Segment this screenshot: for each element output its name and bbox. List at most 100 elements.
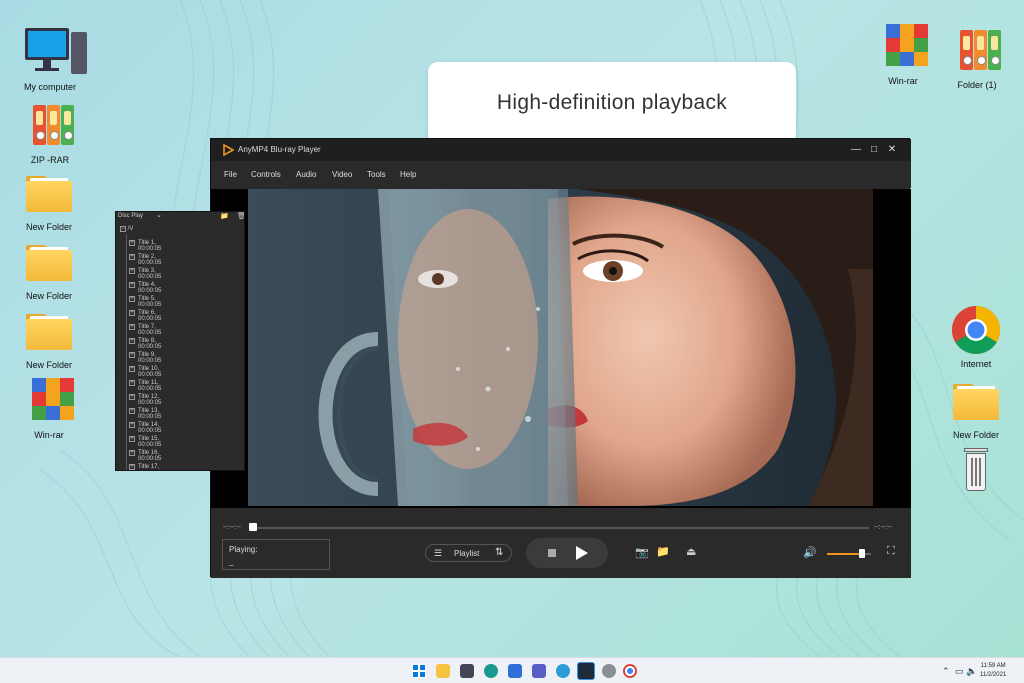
expand-icon[interactable]: +	[129, 380, 135, 386]
expand-icon[interactable]: +	[129, 240, 135, 246]
folder-icon	[22, 166, 76, 220]
settings-icon[interactable]	[602, 664, 616, 678]
desktop-icon-folder-1[interactable]: Folder (1)	[942, 24, 1012, 91]
expand-icon[interactable]: +	[129, 324, 135, 330]
title-list-item-label: Title 9, 00:00:05	[138, 352, 162, 364]
minimize-button[interactable]: —	[848, 142, 864, 158]
expand-icon[interactable]: +	[129, 338, 135, 344]
tree-root-label: /V	[127, 226, 134, 232]
chrome-icon[interactable]	[623, 664, 637, 678]
video-area[interactable]	[211, 189, 911, 508]
file-explorer-icon[interactable]	[436, 664, 450, 678]
menu-help[interactable]: Help	[400, 170, 416, 179]
desktop-icon-new-folder-2[interactable]: New Folder	[14, 235, 84, 302]
menu-video[interactable]: Video	[332, 170, 352, 179]
computer-icon	[23, 26, 87, 80]
desktop-icon-zip-rar[interactable]: ZIP -RAR	[15, 99, 85, 166]
expand-icon[interactable]: +	[129, 464, 135, 470]
speaker-icon[interactable]: 🔈	[966, 666, 977, 677]
expand-icon[interactable]: +	[129, 450, 135, 456]
camera-icon[interactable]	[460, 664, 474, 678]
store-icon[interactable]	[508, 664, 522, 678]
maximize-button[interactable]: □	[866, 142, 882, 158]
title-list-item-label: Title 13, 00:00:05	[138, 408, 162, 420]
seek-thumb[interactable]	[249, 523, 257, 531]
desktop-icon-new-folder-3[interactable]: New Folder	[14, 304, 84, 371]
open-folder-icon[interactable]: 📁	[656, 545, 670, 558]
desktop-icon-win-rar-left[interactable]: Win-rar	[14, 374, 84, 441]
volume-thumb[interactable]	[859, 549, 865, 558]
edge-icon[interactable]	[484, 664, 498, 678]
expand-icon[interactable]: +	[129, 366, 135, 372]
menu-controls[interactable]: Controls	[251, 170, 281, 179]
expand-icon[interactable]: +	[129, 422, 135, 428]
my-computer-label: My computer	[23, 82, 76, 92]
video-frame	[248, 189, 873, 506]
expand-icon[interactable]: +	[129, 310, 135, 316]
title-bar[interactable]: AnyMP4 Blu-ray Player — □ ✕	[211, 139, 911, 161]
desktop-icon-win-rar-right[interactable]: Win-rar	[868, 20, 938, 87]
expand-icon[interactable]: +	[129, 254, 135, 260]
seek-bar[interactable]	[253, 527, 869, 529]
title-list-item-label: Title 15, 00:00:05	[138, 436, 162, 448]
close-button[interactable]: ✕	[884, 142, 900, 158]
feature-banner: High-definition playback	[428, 62, 796, 144]
folder-icon	[22, 235, 76, 289]
menu-bar: File Controls Audio Video Tools Help	[211, 161, 911, 188]
menu-file[interactable]: File	[224, 170, 237, 179]
play-button[interactable]	[576, 546, 588, 560]
clock-time: 11:59 AM	[980, 663, 1006, 669]
expand-icon[interactable]: +	[129, 408, 135, 414]
display-icon[interactable]: ▭	[955, 666, 964, 677]
eject-icon[interactable]: ⏏	[686, 545, 696, 558]
desktop-icon-recycle-bin[interactable]	[941, 444, 1011, 500]
desktop-icon-new-folder-right[interactable]: New Folder	[941, 374, 1011, 441]
menu-tools[interactable]: Tools	[367, 170, 386, 179]
window-title: AnyMP4 Blu-ray Player	[238, 145, 321, 154]
new-folder-right-label: New Folder	[952, 430, 999, 440]
title-list-item-label: Title 16, 00:00:05	[138, 450, 162, 462]
title-list-item-label: Title 5, 00:00:05	[138, 296, 162, 308]
folder-icon	[949, 374, 1003, 428]
expand-icon[interactable]: +	[129, 296, 135, 302]
folder-1-label: Folder (1)	[957, 80, 997, 90]
title-list-item-label: Title 14, 00:00:05	[138, 422, 162, 434]
clock-date: 11/2/2021	[980, 672, 1007, 678]
expand-icon[interactable]: +	[129, 268, 135, 274]
volume-icon[interactable]: 🔊	[803, 546, 817, 559]
playlist-button[interactable]: ☰ Playlist ⇅	[425, 544, 512, 562]
expand-icon[interactable]: +	[129, 394, 135, 400]
clock[interactable]: 11:59 AM 11/2/2021	[980, 662, 1006, 680]
zip-rar-icon	[950, 24, 1004, 78]
fullscreen-icon[interactable]: ⛶	[887, 545, 895, 558]
folder-icon	[22, 304, 76, 358]
desktop-icon-internet[interactable]: Internet	[941, 303, 1011, 370]
desktop-icon-my-computer[interactable]: My computer	[15, 26, 87, 93]
playing-value: _	[229, 557, 234, 566]
teams-icon[interactable]	[532, 664, 546, 678]
expand-icon[interactable]: +	[129, 436, 135, 442]
chevron-up-icon[interactable]: ⌃	[942, 666, 950, 677]
time-total: --:--:--	[874, 524, 892, 531]
open-folder-icon[interactable]: 📁	[220, 212, 229, 220]
banner-text: High-definition playback	[496, 91, 728, 114]
windows-start-icon[interactable]	[412, 664, 426, 678]
time-elapsed: --:--:--	[223, 524, 241, 531]
title-list-item-label: Title 2, 00:00:05	[138, 254, 162, 266]
expand-icon[interactable]: +	[129, 352, 135, 358]
app-icon[interactable]	[556, 664, 570, 678]
title-list-item-label: Title 10, 00:00:05	[138, 366, 162, 378]
title-list-item-label: Title 6, 00:00:05	[138, 310, 162, 322]
snapshot-icon[interactable]: 📷	[635, 546, 649, 559]
blu-ray-player-icon[interactable]	[577, 662, 595, 680]
chevron-down-icon[interactable]: ⌄	[156, 212, 162, 219]
delete-icon[interactable]: 🗑	[237, 212, 244, 220]
desktop-icon-new-folder-1[interactable]: New Folder	[14, 166, 84, 233]
playing-label: Playing:	[229, 545, 258, 554]
expand-icon[interactable]: +	[129, 282, 135, 288]
tree-root[interactable]: − /V	[120, 226, 133, 232]
stop-button[interactable]	[548, 549, 556, 557]
menu-audio[interactable]: Audio	[296, 170, 316, 179]
disc-panel-title: Disc Play	[118, 213, 144, 219]
title-list-item-label: Title 11, 00:00:05	[138, 380, 162, 392]
